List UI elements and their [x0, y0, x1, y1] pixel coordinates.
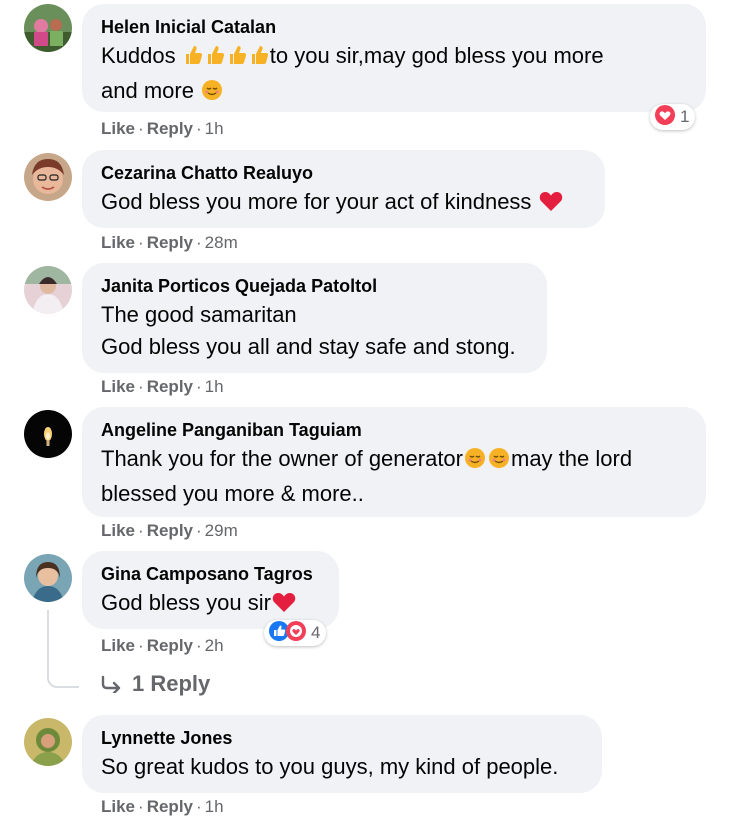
avatar[interactable] — [24, 153, 72, 201]
comment-actions: Like · Reply · 28m — [101, 233, 238, 253]
comment-text-segment: God bless you sir — [101, 590, 271, 615]
avatar[interactable] — [24, 266, 72, 314]
like-link[interactable]: Like — [101, 521, 135, 540]
comment-text-segment: and more — [101, 78, 194, 103]
comment-text-line: blessed you more & more.. — [101, 481, 364, 506]
comment-text: Kuddos to you sir,may god bless you more… — [101, 40, 686, 110]
comment-text-segment: Kuddos — [101, 43, 176, 68]
comment-author[interactable]: Helen Inicial Catalan — [101, 16, 686, 38]
comment-text: So great kudos to you guys, my kind of p… — [101, 751, 582, 783]
thumbs-up-emoji-icon — [249, 43, 269, 75]
comment-actions: Like · Reply · 1h — [101, 797, 224, 817]
comment-author[interactable]: Gina Camposano Tagros — [101, 563, 319, 585]
care-reaction-icon — [285, 620, 307, 647]
thumbs-up-emoji-icon — [205, 43, 225, 75]
reply-link[interactable]: Reply — [147, 797, 193, 816]
timestamp[interactable]: 2h — [205, 636, 224, 655]
comment-bubble: Helen Inicial Catalan Kuddos to you sir,… — [82, 4, 706, 112]
like-link[interactable]: Like — [101, 797, 135, 816]
comment-text-segment: may the lord — [511, 446, 633, 471]
thread-connector-line — [47, 610, 79, 688]
reply-arrow-icon — [101, 675, 121, 693]
separator: · — [138, 521, 144, 540]
comment-text-segment: Thank you for the owner of generator — [101, 446, 463, 471]
separator: · — [196, 521, 202, 540]
timestamp[interactable]: 1h — [205, 797, 224, 816]
comment-text-line: So great kudos to you guys, my kind of p… — [101, 754, 559, 779]
reply-link[interactable]: Reply — [147, 233, 193, 252]
separator: · — [138, 377, 144, 396]
timestamp[interactable]: 1h — [205, 377, 224, 396]
separator: · — [196, 636, 202, 655]
like-link[interactable]: Like — [101, 377, 135, 396]
timestamp[interactable]: 29m — [205, 521, 238, 540]
view-replies-link[interactable]: 1 Reply — [100, 671, 210, 697]
comment-text: God bless you more for your act of kindn… — [101, 186, 585, 221]
reply-link[interactable]: Reply — [147, 119, 193, 138]
avatar[interactable] — [24, 554, 72, 602]
avatar[interactable] — [24, 4, 72, 52]
reaction-summary[interactable]: 1 — [650, 104, 696, 131]
separator: · — [138, 636, 144, 655]
reaction-count: 4 — [311, 623, 321, 642]
separator: · — [196, 233, 202, 252]
comment-actions: Like · Reply · 1h — [101, 377, 224, 397]
reaction-summary[interactable]: 4 — [264, 620, 327, 647]
avatar[interactable] — [24, 718, 72, 766]
comment-text: The good samaritan God bless you all and… — [101, 299, 527, 363]
comment-text-line: The good samaritan — [101, 302, 297, 327]
comment-text: God bless you sir — [101, 587, 319, 622]
reply-link[interactable]: Reply — [147, 636, 193, 655]
reply-link[interactable]: Reply — [147, 521, 193, 540]
comment-author[interactable]: Angeline Panganiban Taguiam — [101, 419, 686, 441]
comment-author[interactable]: Janita Porticos Quejada Patoltol — [101, 275, 527, 297]
love-reaction-icon — [654, 104, 676, 131]
separator: · — [138, 797, 144, 816]
comment-author[interactable]: Lynnette Jones — [101, 727, 582, 749]
comment-actions: Like · Reply · 29m — [101, 521, 238, 541]
separator: · — [196, 797, 202, 816]
thumbs-up-emoji-icon — [227, 43, 247, 75]
avatar[interactable] — [24, 410, 72, 458]
comment-bubble: Cezarina Chatto Realuyo God bless you mo… — [82, 150, 605, 228]
reply-link[interactable]: Reply — [147, 377, 193, 396]
timestamp[interactable]: 28m — [205, 233, 238, 252]
separator: · — [196, 377, 202, 396]
comment-actions: Like · Reply · 2h — [101, 636, 224, 656]
thumbs-up-emoji-icon — [183, 43, 203, 75]
relieved-face-emoji-icon — [201, 78, 223, 110]
like-link[interactable]: Like — [101, 233, 135, 252]
relieved-face-emoji-icon — [488, 446, 510, 478]
comment-actions: Like · Reply · 1h — [101, 119, 224, 139]
separator: · — [196, 119, 202, 138]
separator: · — [138, 119, 144, 138]
like-link[interactable]: Like — [101, 636, 135, 655]
comment-bubble: Janita Porticos Quejada Patoltol The goo… — [82, 263, 547, 373]
replies-count-label: 1 Reply — [132, 671, 211, 696]
relieved-face-emoji-icon — [464, 446, 486, 478]
comment-author[interactable]: Cezarina Chatto Realuyo — [101, 162, 585, 184]
separator: · — [138, 233, 144, 252]
red-heart-emoji-icon — [539, 189, 563, 221]
comment-bubble: Lynnette Jones So great kudos to you guy… — [82, 715, 602, 793]
red-heart-emoji-icon — [272, 590, 296, 622]
comment-text-line: God bless you all and stay safe and ston… — [101, 334, 516, 359]
reaction-count: 1 — [680, 107, 690, 126]
comment-bubble: Angeline Panganiban Taguiam Thank you fo… — [82, 407, 706, 517]
timestamp[interactable]: 1h — [205, 119, 224, 138]
comment-text: Thank you for the owner of generator may … — [101, 443, 686, 510]
comment-bubble: Gina Camposano Tagros God bless you sir — [82, 551, 339, 629]
comment-text-segment: to you sir,may god bless you more — [269, 43, 604, 68]
comment-text-segment: God bless you more for your act of kindn… — [101, 189, 532, 214]
like-link[interactable]: Like — [101, 119, 135, 138]
